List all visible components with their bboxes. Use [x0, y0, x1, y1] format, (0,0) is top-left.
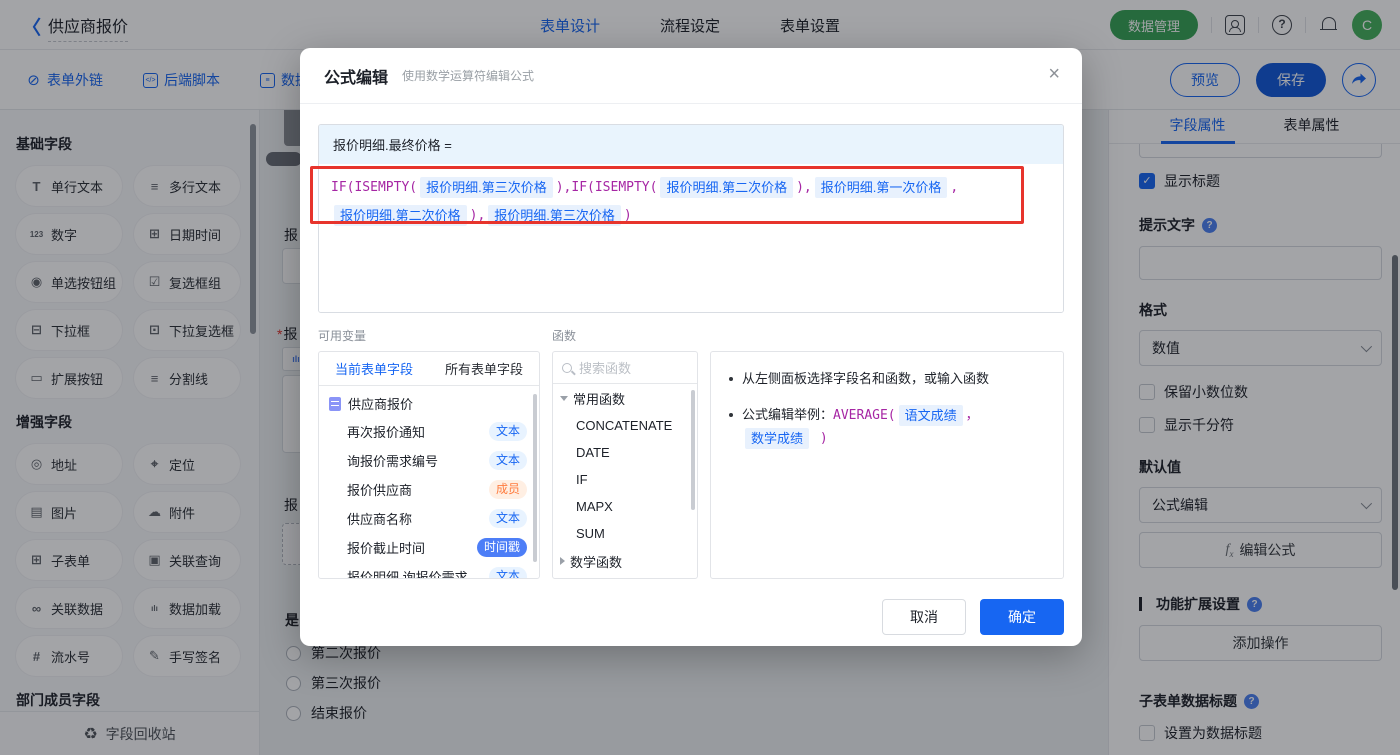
function-item-SUM[interactable]: SUM — [553, 520, 697, 547]
example-chip: 数学成绩 — [745, 428, 810, 449]
form-doc-icon — [329, 396, 341, 411]
variable-row[interactable]: 报价明细.询报价需求... 文本 — [319, 562, 539, 579]
variables-panel: 当前表单字段 所有表单字段 供应商报价 再次报价通知 文本 询报价需求编号 文本 报价供应… — [318, 351, 540, 579]
formula-field-chip[interactable]: 报价明细.第一次价格 — [814, 177, 948, 198]
functions-label: 函数 — [552, 329, 577, 343]
formula-field-chip[interactable]: 报价明细.第三次价格 — [420, 177, 553, 198]
example-function: AVERAGE( — [833, 408, 896, 423]
function-item-CONCATENATE[interactable]: CONCATENATE — [553, 412, 697, 439]
formula-box: 报价明细.最终价格 = IF(ISEMPTY(报价明细.第三次价格),IF(IS… — [318, 124, 1064, 313]
function-item-IF[interactable]: IF — [553, 466, 697, 493]
tip-line-2: 公式编辑举例：AVERAGE(语文成绩 ，数学成绩 ) — [729, 404, 1045, 450]
variables-root-node[interactable]: 供应商报价 — [319, 386, 539, 417]
variables-scrollbar[interactable] — [533, 394, 537, 562]
variable-name: 询报价需求编号 — [347, 454, 439, 469]
formula-code-token: ), — [796, 180, 812, 195]
formula-line: IF(ISEMPTY(报价明细.第三次价格),IF(ISEMPTY(报价明细.第… — [331, 173, 1051, 201]
variables-label: 可用变量 — [318, 329, 367, 343]
formula-code-token: , — [950, 180, 959, 195]
formula-code-token: ) — [623, 208, 632, 223]
variable-name: 供应商名称 — [347, 512, 413, 527]
variable-row[interactable]: 供应商名称 文本 — [319, 504, 539, 533]
functions-panel: 搜索函数 常用函数 CONCATENATEDATEIFMAPXSUM 数学函数文本函… — [552, 351, 698, 579]
formula-editor-area[interactable]: IF(ISEMPTY(报价明细.第三次价格),IF(ISEMPTY(报价明细.第… — [319, 164, 1063, 312]
bullet-dot — [729, 377, 733, 381]
variable-row[interactable]: 再次报价通知 文本 — [319, 417, 539, 446]
formula-code-token: ), — [469, 208, 486, 223]
variable-name: 报价明细.询报价需求... — [347, 570, 479, 579]
variable-type-badge: 文本 — [488, 422, 527, 441]
formula-line: 报价明细.第二次价格), 报价明细.第三次价格) — [331, 201, 1051, 229]
function-item-MAPX[interactable]: MAPX — [553, 493, 697, 520]
variable-type-badge: 文本 — [488, 509, 527, 528]
close-icon[interactable]: × — [1048, 64, 1060, 84]
variable-row[interactable]: 报价供应商 成员 — [319, 475, 539, 504]
variable-type-badge: 成员 — [488, 480, 527, 499]
modal-title: 公式编辑 — [324, 69, 389, 87]
formula-editor-modal: 公式编辑 使用数学运算符编辑公式 × 报价明细.最终价格 = IF(ISEMPT… — [300, 48, 1082, 646]
cancel-button[interactable]: 取消 — [882, 599, 966, 635]
formula-field-chip[interactable]: 报价明细.第三次价格 — [488, 205, 621, 226]
search-icon — [562, 362, 572, 373]
variables-tab-所有表单字段[interactable]: 所有表单字段 — [429, 352, 539, 385]
bullet-dot — [729, 413, 733, 417]
formula-field-chip[interactable]: 报价明细.第二次价格 — [334, 205, 467, 226]
formula-tips-panel: 从左侧面板选择字段名和函数，或输入函数 公式编辑举例：AVERAGE(语文成绩，… — [710, 351, 1064, 579]
variable-type-badge: 文本 — [488, 451, 527, 470]
variable-row[interactable]: 询报价需求编号 文本 — [319, 446, 539, 475]
formula-target-field: 报价明细.最终价格 = — [319, 125, 1063, 164]
function-group-label: 数学函数 — [570, 554, 623, 570]
formula-field-chip[interactable]: 报价明细.第二次价格 — [660, 177, 794, 198]
tip-line-1: 从左侧面板选择字段名和函数，或输入函数 — [729, 368, 1045, 390]
formula-code-token: ),IF(ISEMPTY( — [555, 180, 658, 195]
variable-name: 报价截止时间 — [347, 541, 426, 556]
search-placeholder: 搜索函数 — [579, 361, 632, 376]
variable-type-badge: 时间戳 — [476, 538, 527, 557]
functions-scrollbar[interactable] — [691, 390, 695, 510]
formula-code-token: IF(ISEMPTY( — [331, 180, 418, 195]
function-group-label: 常用函数 — [573, 391, 626, 407]
app-window: 〈 供应商报价 表单设计 流程设定 表单设置 数据管理 ? C ⊘ 表单外链 </> 后端… — [0, 0, 1400, 755]
variable-row[interactable]: 报价截止时间 时间戳 — [319, 533, 539, 562]
function-group-数学函数[interactable]: 数学函数 — [553, 547, 697, 575]
caret-right-icon — [560, 557, 565, 565]
function-group-常用函数[interactable]: 常用函数 — [553, 384, 697, 412]
modal-subtitle: 使用数学运算符编辑公式 — [402, 69, 535, 83]
function-group-文本函数[interactable]: 文本函数 — [553, 575, 697, 578]
variable-name: 报价供应商 — [347, 483, 413, 498]
caret-down-icon — [560, 395, 568, 401]
variables-tab-当前表单字段[interactable]: 当前表单字段 — [319, 352, 429, 385]
variable-name: 再次报价通知 — [347, 425, 426, 440]
function-search-box[interactable]: 搜索函数 — [553, 352, 697, 384]
example-chip: 语文成绩 — [898, 405, 963, 426]
function-item-DATE[interactable]: DATE — [553, 439, 697, 466]
confirm-button[interactable]: 确定 — [980, 599, 1064, 635]
variable-type-badge: 文本 — [488, 567, 527, 578]
modal-header: 公式编辑 使用数学运算符编辑公式 × — [300, 48, 1082, 104]
